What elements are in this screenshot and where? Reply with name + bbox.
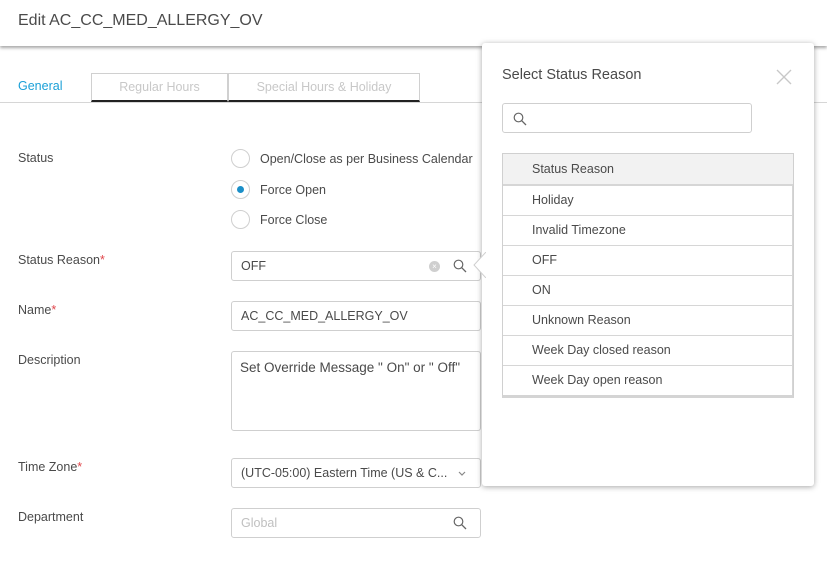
time-zone-label: Time Zone* [18,460,82,474]
radio-force-open-label[interactable]: Force Open [260,183,326,197]
radio-force-open[interactable] [231,180,250,199]
department-label: Department [18,510,84,524]
department-placeholder: Global [241,516,278,530]
clear-icon[interactable]: × [429,261,440,272]
status-reason-table: Status Reason Holiday Invalid Timezone O… [502,153,794,398]
close-icon[interactable] [776,69,792,85]
status-reason-label: Status Reason* [18,253,105,267]
status-reason-value: OFF [241,259,266,273]
radio-business-calendar[interactable] [231,149,250,168]
radio-force-close-label[interactable]: Force Close [260,213,327,227]
name-label-text: Name [18,303,52,317]
tab-special-hours-holiday[interactable]: Special Hours & Holiday [228,73,420,102]
popup-search-input[interactable] [502,103,752,133]
column-header-status-reason[interactable]: Status Reason [503,154,793,186]
required-mark: * [77,460,83,474]
table-row[interactable]: Holiday [503,186,793,216]
table-row[interactable]: Week Day closed reason [503,336,793,366]
required-mark: * [100,253,105,267]
page-header: Edit AC_CC_MED_ALLERGY_OV [0,0,827,46]
table-row[interactable]: Week Day open reason [503,366,793,395]
page-title: Edit AC_CC_MED_ALLERGY_OV [18,12,263,29]
radio-business-calendar-label[interactable]: Open/Close as per Business Calendar [260,152,473,166]
status-label: Status [18,151,54,165]
name-input[interactable]: AC_CC_MED_ALLERGY_OV [231,301,481,331]
table-row[interactable]: ON [503,276,793,306]
description-value: Set Override Message " On" or " Off" [240,360,461,375]
select-status-reason-popup: Select Status Reason Status Reason Holid… [482,43,814,486]
description-label: Description [18,353,81,367]
popover-arrow [473,252,486,278]
table-row[interactable]: Invalid Timezone [503,216,793,246]
time-zone-value: (UTC-05:00) Eastern Time (US & C... [241,466,448,480]
time-zone-label-text: Time Zone [18,460,78,474]
time-zone-select[interactable]: (UTC-05:00) Eastern Time (US & C... [231,458,481,488]
popup-title: Select Status Reason [502,67,642,83]
tab-general[interactable]: General [0,73,91,100]
description-textarea[interactable]: Set Override Message " On" or " Off" [231,351,481,431]
required-mark: * [51,303,57,317]
department-input[interactable]: Global [231,508,481,538]
search-icon [513,112,527,126]
chevron-down-icon [458,471,466,476]
status-reason-label-text: Status Reason [18,253,100,267]
search-icon[interactable] [453,259,467,273]
search-icon[interactable] [453,516,467,530]
name-label: Name* [18,303,56,317]
table-row[interactable]: OFF [503,246,793,276]
status-reason-input[interactable]: OFF × [231,251,481,281]
radio-force-close[interactable] [231,210,250,229]
name-value: AC_CC_MED_ALLERGY_OV [241,309,408,323]
table-row[interactable]: Unknown Reason [503,306,793,336]
tab-regular-hours[interactable]: Regular Hours [91,73,228,102]
